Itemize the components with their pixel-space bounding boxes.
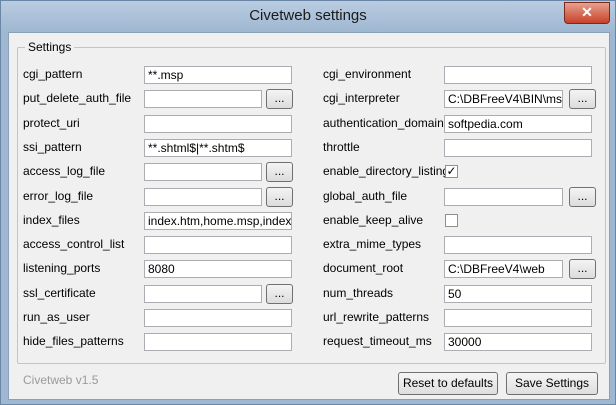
- index-files-label: index_files: [23, 213, 80, 227]
- close-button[interactable]: ✕: [564, 2, 610, 24]
- hide-files-patterns-input[interactable]: [144, 333, 292, 351]
- enable-keep-alive-checkbox[interactable]: [445, 214, 458, 227]
- version-label: Civetweb v1.5: [23, 373, 99, 387]
- cgi-environment-input[interactable]: [444, 66, 592, 84]
- global-auth-file-browse-button[interactable]: ...: [569, 187, 596, 207]
- enable-directory-listing-checkbox[interactable]: ✓: [445, 165, 458, 178]
- request-timeout-ms-label: request_timeout_ms: [323, 334, 432, 348]
- cgi-interpreter-browse-button[interactable]: ...: [569, 89, 596, 109]
- run-as-user-label: run_as_user: [23, 310, 90, 324]
- index-files-input[interactable]: index.htm,home.msp,index.m: [144, 212, 292, 230]
- extra-mime-types-label: extra_mime_types: [323, 237, 422, 251]
- settings-group-title: Settings: [25, 40, 75, 54]
- cgi-pattern-input[interactable]: **.msp: [144, 66, 292, 84]
- document-root-input[interactable]: C:\DBFreeV4\web: [444, 260, 563, 278]
- cgi-pattern-label: cgi_pattern: [23, 67, 83, 81]
- request-timeout-ms-input[interactable]: 30000: [444, 333, 592, 351]
- error-log-file-browse-button[interactable]: ...: [266, 187, 293, 207]
- num-threads-label: num_threads: [323, 286, 394, 300]
- access-control-list-input[interactable]: [144, 236, 292, 254]
- ssl-certificate-browse-button[interactable]: ...: [266, 284, 293, 304]
- close-icon: ✕: [581, 4, 593, 20]
- authentication-domain-label: authentication_domain: [323, 116, 444, 130]
- save-settings-button[interactable]: Save Settings: [506, 372, 598, 395]
- access-log-file-browse-button[interactable]: ...: [266, 162, 293, 182]
- hide-files-patterns-label: hide_files_patterns: [23, 334, 124, 348]
- enable-directory-listing-label: enable_directory_listing: [323, 164, 450, 178]
- put-delete-auth-file-label: put_delete_auth_file: [23, 91, 132, 105]
- throttle-input[interactable]: [444, 139, 592, 157]
- document-root-browse-button[interactable]: ...: [569, 259, 596, 279]
- ssl-certificate-input[interactable]: [144, 285, 262, 303]
- run-as-user-input[interactable]: [144, 309, 292, 327]
- settings-window: Civetweb settings ✕ Settings cgi_pattern…: [0, 0, 616, 405]
- document-root-label: document_root: [323, 261, 404, 275]
- listening-ports-input[interactable]: 8080: [144, 260, 292, 278]
- access-log-file-label: access_log_file: [23, 164, 106, 178]
- global-auth-file-label: global_auth_file: [323, 189, 408, 203]
- protect-uri-label: protect_uri: [23, 116, 80, 130]
- url-rewrite-patterns-label: url_rewrite_patterns: [323, 310, 430, 324]
- ssl-certificate-label: ssl_certificate: [23, 286, 96, 300]
- throttle-label: throttle: [323, 140, 360, 154]
- ssi-pattern-label: ssi_pattern: [23, 140, 82, 154]
- url-rewrite-patterns-input[interactable]: [444, 309, 592, 327]
- window-title: Civetweb settings: [249, 7, 367, 24]
- error-log-file-label: error_log_file: [23, 189, 94, 203]
- cgi-environment-label: cgi_environment: [323, 67, 412, 81]
- cgi-interpreter-input[interactable]: C:\DBFreeV4\BIN\msps: [444, 90, 563, 108]
- client-area: Settings cgi_pattern **.msp put_delete_aut…: [8, 32, 610, 400]
- reset-to-defaults-button[interactable]: Reset to defaults: [398, 372, 498, 395]
- enable-keep-alive-label: enable_keep_alive: [323, 213, 424, 227]
- extra-mime-types-input[interactable]: [444, 236, 592, 254]
- listening-ports-label: listening_ports: [23, 261, 101, 275]
- ssi-pattern-input[interactable]: **.shtml$|**.shtm$: [144, 139, 292, 157]
- cgi-interpreter-label: cgi_interpreter: [323, 91, 400, 105]
- protect-uri-input[interactable]: [144, 115, 292, 133]
- access-log-file-input[interactable]: [144, 163, 262, 181]
- error-log-file-input[interactable]: [144, 188, 262, 206]
- global-auth-file-input[interactable]: [444, 188, 563, 206]
- num-threads-input[interactable]: 50: [444, 285, 592, 303]
- put-delete-auth-file-browse-button[interactable]: ...: [266, 89, 293, 109]
- access-control-list-label: access_control_list: [23, 237, 125, 251]
- title-bar[interactable]: Civetweb settings ✕: [1, 1, 615, 32]
- authentication-domain-input[interactable]: softpedia.com: [444, 115, 592, 133]
- put-delete-auth-file-input[interactable]: [144, 90, 262, 108]
